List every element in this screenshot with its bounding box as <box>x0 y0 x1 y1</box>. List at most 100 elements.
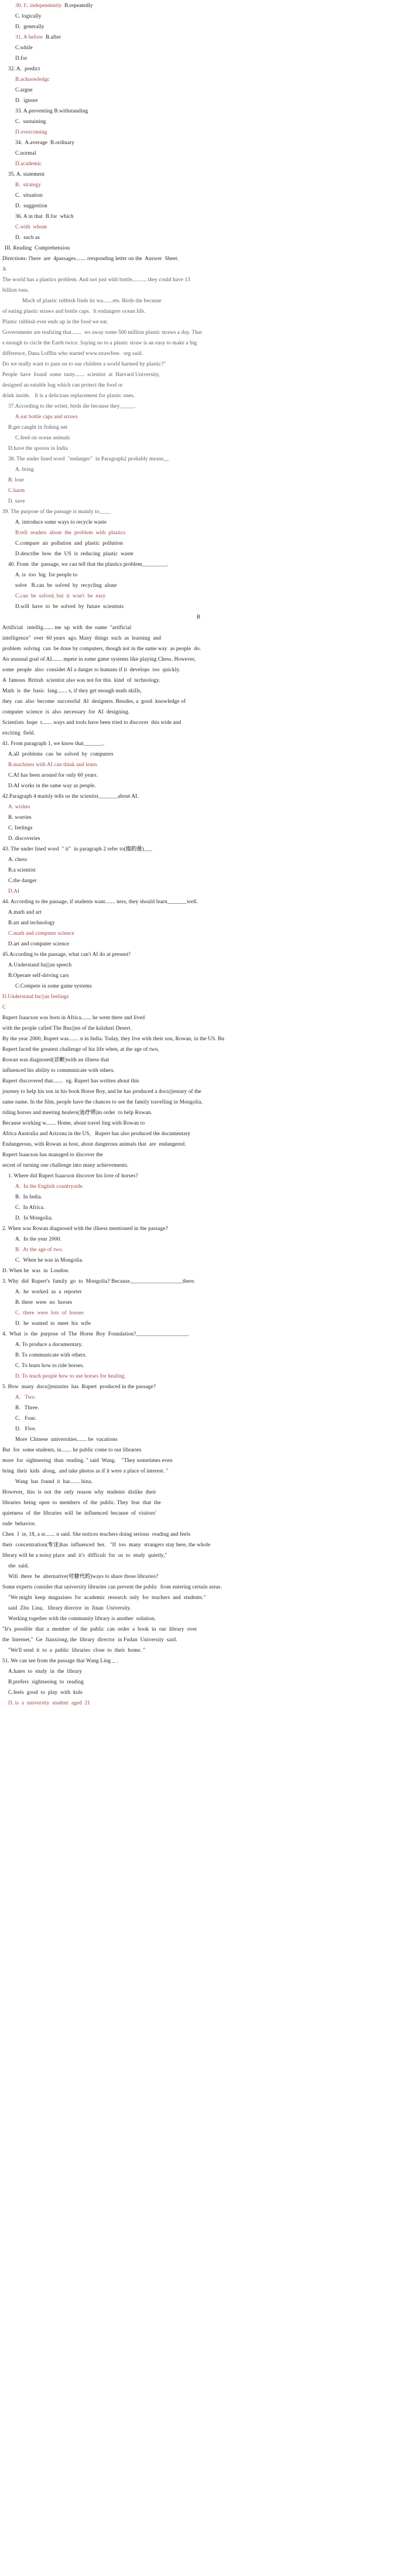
text-line: C. feelings <box>8 825 33 831</box>
text-line: 42.Paragraph 4 mainly tells us the scien… <box>2 793 139 799</box>
text-line: A. chess <box>8 856 28 862</box>
text-line: computer science is also necessary for A… <box>2 709 130 715</box>
text-line: intelligence" over 60 years ago. Many th… <box>2 635 162 641</box>
text-line: 44. According to the passage, if student… <box>2 898 198 904</box>
text-line: B <box>196 614 201 620</box>
text-line: People have found some tasty....... scie… <box>2 371 160 377</box>
answer-line: D.Understand hu/||an feelings <box>2 993 69 999</box>
text-line: 1. Where did Rupert Isaacson discover hi… <box>8 1173 138 1178</box>
text-line: C. To learn how to ride horses. <box>15 1362 84 1368</box>
text-line: B.Operate self-driving cars <box>8 972 69 978</box>
answer-line: A. wishes <box>8 804 30 809</box>
text-line: A. In the year 2000. <box>15 1236 61 1242</box>
text-line: riding horses and meeting healers(治疗师)in… <box>2 1109 152 1115</box>
text-line: B. worries <box>8 814 32 820</box>
text-line: journey to help his son in his book Hors… <box>2 1088 201 1094</box>
text-line: D. save <box>8 498 25 504</box>
text-line: Africa Australia and Arizona in the US, … <box>2 1130 191 1136</box>
text-line: secret of turning one challenge into man… <box>2 1162 129 1168</box>
text-line: B.art and technology <box>8 920 55 925</box>
text-line: B. Three. <box>15 1405 39 1410</box>
text-line: 35. A. statement <box>8 171 45 177</box>
text-line: An unusual goal of AL...... mpete in som… <box>2 656 196 662</box>
text-line: C. logically <box>15 13 42 19</box>
text-line: B.prefers sightseeing to reading <box>8 1679 84 1685</box>
text-line: more for sightseeing than reading. " sai… <box>2 1457 173 1463</box>
answer-line: A. Two. <box>15 1394 36 1400</box>
text-line: 37.According to the writer, birds die be… <box>8 403 135 409</box>
text-line: B. In India. <box>15 1194 43 1200</box>
text-line: D. When he was in London. <box>2 1267 70 1273</box>
text-line: 51. We can see from the passage that Wan… <box>2 1658 118 1663</box>
answer-line: B.acknowledgc <box>15 76 50 82</box>
text-line: Wang has found it har....... hina. <box>15 1478 93 1484</box>
text-line: Directions: l'here are 4passages....... … <box>2 255 179 261</box>
answer-key: 31. A before <box>15 34 43 40</box>
text-line: quietness of the libraries will be influ… <box>2 1510 156 1516</box>
text-line: C.while <box>15 45 33 50</box>
text-line: Scientists hope t....... ways and tools … <box>2 719 182 725</box>
text-line: A. is too big for people to <box>15 572 78 578</box>
answer-line: B.machines with AI can think and learn. <box>8 761 98 767</box>
text-line: Rupert Isaacson was born in Africa......… <box>2 1014 145 1020</box>
text-line: 30. I\. independently B.repeatedly <box>15 2 93 8</box>
text-line: C. When he was in Mongolia. <box>15 1257 84 1263</box>
text-line: D.for <box>15 55 28 61</box>
exam-paper-page: 30. I\. independently B.repeatedly C. log… <box>0 0 397 2576</box>
text-line: "It's possible that a member of the publ… <box>2 1626 197 1632</box>
text-line: 38. The under lined word "endanger" in P… <box>8 456 169 462</box>
text-line: 4. What is the purpose of The Horse Boy … <box>2 1331 189 1337</box>
document-body: 30. I\. independently B.repeatedly C. log… <box>0 0 397 1708</box>
text-line: with the people called The Bus|||en of t… <box>2 1025 132 1031</box>
text-line: III. Reading Comprehension <box>5 245 70 251</box>
text-line: 36. A in that B.for which <box>15 213 74 219</box>
text-line: A famous British scientist also was not … <box>2 677 160 683</box>
answer-line: C.can be solved, but it won't be easy <box>15 593 106 599</box>
text-line: By the year 2000, Rupert was....... n in… <box>2 1036 225 1041</box>
text-line: A. introduce some ways to recycle waste <box>15 519 107 525</box>
text-line: some people also consider AI a danger to… <box>2 667 180 672</box>
text-line: D.will have to be solved by future scien… <box>15 603 124 609</box>
text-line: designed an eatable bag which can protec… <box>2 382 123 388</box>
text-line: C. sustaining <box>15 118 46 124</box>
text-line: exciting field. <box>2 730 35 736</box>
answer-line: A.eat bottle caps and straws <box>15 414 78 419</box>
text-line: of eating plastic straws and bottle caps… <box>2 308 146 314</box>
text-line: C.normal <box>15 150 36 156</box>
answer-line: C.harm <box>8 487 25 493</box>
text-line: D. generally <box>15 23 45 29</box>
text-line: D.describe how the US is reducing plasti… <box>15 551 134 556</box>
text-line: Endangerous, with Rowan as host, about d… <box>2 1141 186 1147</box>
answer-line: B.tell readers about the problem with pl… <box>15 529 126 535</box>
text-line: their concentration(专注)has influenced he… <box>2 1542 211 1547</box>
text-line: libraries being open to members of the p… <box>2 1499 161 1505</box>
text-line: C.AI has been around for only 60 years. <box>8 772 98 778</box>
answer-line: D. is a university student aged 21 <box>8 1700 91 1706</box>
text-line: 43. The under lined word " it" in paragr… <box>2 846 153 852</box>
text-line: D. suggestion <box>15 203 47 209</box>
text-line: A.math and art <box>8 909 42 915</box>
text-line: However, this is not the only reason why… <box>2 1489 156 1495</box>
text-line: A.hates to study in the library <box>8 1668 83 1674</box>
answer-line: C.with whom <box>15 224 47 230</box>
answer-line: A. In the English countryside. <box>15 1183 84 1189</box>
text-line: More Chinese universities....... he vaca… <box>15 1436 118 1442</box>
answer-key: 30. I\. independently <box>15 2 62 8</box>
text-line: Rupert faced the greatest challenge of h… <box>2 1046 159 1052</box>
text-line: said Zhu Lina, library director in Jinan… <box>8 1605 131 1611</box>
text-line: Some experts consider that university li… <box>2 1584 222 1590</box>
answer-line: A <box>2 266 6 272</box>
text-line: Because working w....... Home, about tra… <box>2 1120 145 1126</box>
text-line: library will be a noisy place and it's d… <box>2 1552 167 1558</box>
text-line: 39. The purpose of the passage is mainly… <box>2 508 111 514</box>
text-line: 31. A before B.after <box>15 34 61 40</box>
text-line: same name. In the film, people have the … <box>2 1099 203 1105</box>
text-line: "We might keep magazines for academic re… <box>8 1594 206 1600</box>
text-line: A.all problems can be solved by computer… <box>8 751 114 757</box>
answer-line: D. To teach people how to use horses for… <box>15 1373 126 1379</box>
text-line: Working together with the community libr… <box>8 1615 156 1621</box>
text-line: bring their kids along, and take photos … <box>2 1468 169 1474</box>
text-line: C. situation <box>15 192 43 198</box>
text-line: problem solving can be done by computers… <box>2 645 201 651</box>
text-line: s enough to circle the Earth twice. Sayi… <box>2 340 197 346</box>
